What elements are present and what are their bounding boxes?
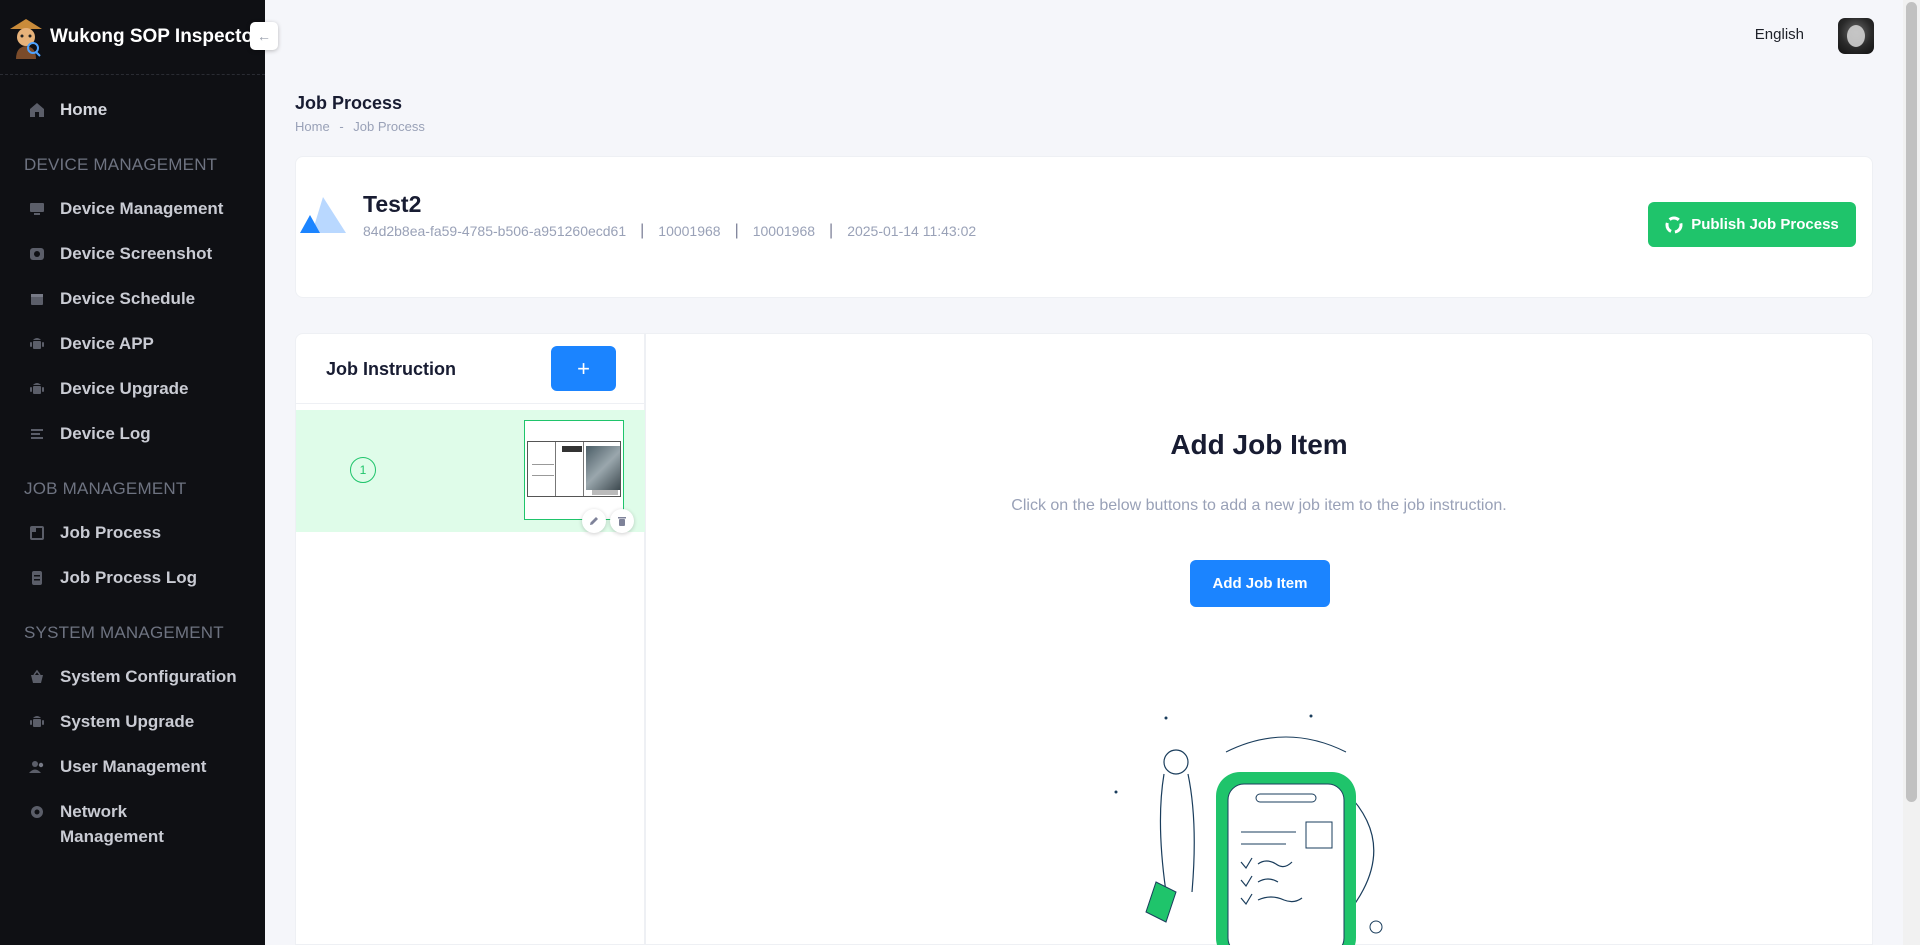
- list-icon: [28, 425, 46, 443]
- sidebar-item-job-process[interactable]: Job Process: [0, 510, 265, 555]
- sidebar-item-label: Device APP: [60, 333, 154, 353]
- android-icon: [28, 380, 46, 398]
- sidebar-item-label: Device Screenshot: [60, 243, 213, 263]
- sidebar-item-device-log[interactable]: Device Log: [0, 411, 265, 456]
- thumbnail-caption: [592, 490, 618, 495]
- job-instruction-title: Job Instruction: [326, 359, 456, 379]
- trash-icon: [618, 517, 626, 526]
- monitor-icon: [28, 200, 46, 218]
- job-code-2: 10001968: [752, 223, 816, 239]
- sidebar-item-user-management[interactable]: User Management: [0, 744, 265, 789]
- sidebar-item-network-management[interactable]: Network Management: [0, 789, 265, 853]
- basket-icon: [28, 668, 46, 686]
- pencil-icon: [590, 517, 598, 525]
- job-code-1: 10001968: [658, 223, 721, 239]
- sidebar-item-job-process-log[interactable]: Job Process Log: [0, 555, 265, 600]
- meta-separator: |: [734, 222, 739, 239]
- sidebar-item-label: Device Management: [60, 198, 224, 218]
- add-instruction-button[interactable]: +: [551, 346, 616, 391]
- gear-icon: [28, 803, 46, 821]
- sidebar-item-label: Device Schedule: [60, 288, 196, 308]
- section-title-job: JOB MANAGEMENT: [24, 479, 187, 498]
- breadcrumb-separator: -: [339, 119, 344, 134]
- android-icon: [28, 713, 46, 731]
- scrollbar-thumb[interactable]: [1906, 2, 1917, 802]
- sidebar-item-label: User Management: [60, 756, 207, 776]
- users-icon: [28, 758, 46, 776]
- plus-icon: +: [577, 355, 590, 381]
- step-number: 1: [350, 457, 376, 483]
- app-logo-icon: [10, 19, 42, 59]
- language-selector[interactable]: English: [1755, 26, 1804, 43]
- sidebar-item-device-screenshot[interactable]: Device Screenshot: [0, 231, 265, 276]
- breadcrumb: Home - Job Process: [295, 119, 431, 134]
- add-job-item-button[interactable]: Add Job Item: [1190, 560, 1330, 607]
- brand[interactable]: Wukong SOP Inspector: [0, 0, 265, 75]
- job-instruction-panel: Job Instruction + 1: [295, 333, 645, 945]
- publish-button-label: Publish Job Process: [1691, 216, 1839, 233]
- screenshot-icon: [28, 245, 46, 263]
- sidebar-item-device-management[interactable]: Device Management: [0, 186, 265, 231]
- job-created-date: 2025-01-14 11:43:02: [847, 223, 977, 239]
- sidebar-item-system-configuration[interactable]: System Configuration: [0, 654, 265, 699]
- sidebar-item-label: Device Upgrade: [60, 378, 189, 398]
- edit-instruction-button[interactable]: [582, 509, 606, 533]
- home-icon: [28, 101, 46, 119]
- sidebar-item-home[interactable]: Home: [0, 87, 265, 132]
- job-logo-icon: [300, 197, 346, 233]
- thumbnail-bar: [562, 446, 582, 452]
- job-name: Test2: [363, 191, 422, 217]
- sidebar-item-label: Device Log: [60, 423, 151, 443]
- job-item-panel: Add Job Item Click on the below buttons …: [645, 333, 1873, 945]
- job-id: 84d2b8ea-fa59-4785-b506-a951260ecd61: [363, 223, 627, 239]
- breadcrumb-current: Job Process: [353, 119, 425, 134]
- add-job-item-description: Click on the below buttons to add a new …: [1011, 497, 1507, 514]
- topbar: English: [265, 0, 1920, 75]
- avatar[interactable]: [1838, 18, 1874, 54]
- job-instruction-header: Job Instruction +: [296, 334, 644, 404]
- breadcrumb-home[interactable]: Home: [295, 119, 330, 134]
- section-title-device: DEVICE MANAGEMENT: [24, 155, 218, 174]
- add-job-item-title: Add Job Item: [1170, 429, 1348, 460]
- sidebar-item-device-upgrade[interactable]: Device Upgrade: [0, 366, 265, 411]
- meta-separator: |: [829, 222, 834, 239]
- log-icon: [28, 569, 46, 587]
- sidebar-menu: Home DEVICE MANAGEMENT Device Management…: [0, 75, 265, 853]
- sidebar-item-label: System Configuration: [60, 666, 237, 686]
- delete-instruction-button[interactable]: [610, 509, 634, 533]
- publish-job-process-button[interactable]: Publish Job Process: [1648, 202, 1856, 247]
- sidebar-item-device-app[interactable]: Device APP: [0, 321, 265, 366]
- sidebar-item-label: System Upgrade: [60, 711, 195, 731]
- sidebar-collapse-button[interactable]: ←: [250, 22, 278, 50]
- sidebar-item-system-upgrade[interactable]: System Upgrade: [0, 699, 265, 744]
- sidebar-item-label: Job Process: [60, 522, 162, 542]
- arrow-left-icon: ←: [257, 28, 271, 44]
- page-title: Job Process: [295, 93, 403, 113]
- instruction-item[interactable]: 1: [296, 410, 645, 533]
- job-illustration: [1114, 714, 1383, 945]
- instruction-thumbnail[interactable]: [524, 420, 624, 520]
- thumbnail-preview: [527, 441, 621, 497]
- sidebar-item-label: Job Process Log: [60, 567, 197, 587]
- process-icon: [28, 524, 46, 542]
- sidebar: Wukong SOP Inspector Home DEVICE MANAGEM…: [0, 0, 265, 945]
- section-title-system: SYSTEM MANAGEMENT: [24, 623, 224, 642]
- page-scrollbar[interactable]: [1903, 0, 1920, 945]
- calendar-icon: [28, 290, 46, 308]
- sidebar-item-label: Home: [60, 99, 108, 119]
- thumbnail-image: [586, 446, 620, 490]
- job-meta: 84d2b8ea-fa59-4785-b506-a951260ecd61 | 1…: [363, 222, 976, 240]
- android-icon: [28, 335, 46, 353]
- refresh-icon: [1665, 216, 1683, 233]
- sidebar-item-device-schedule[interactable]: Device Schedule: [0, 276, 265, 321]
- thumbnail-text: [532, 464, 554, 476]
- sidebar-item-label: Network Management: [60, 802, 164, 846]
- meta-separator: |: [640, 222, 645, 239]
- app-title: Wukong SOP Inspector: [50, 26, 261, 47]
- job-card: Test2 84d2b8ea-fa59-4785-b506-a951260ecd…: [295, 156, 1873, 298]
